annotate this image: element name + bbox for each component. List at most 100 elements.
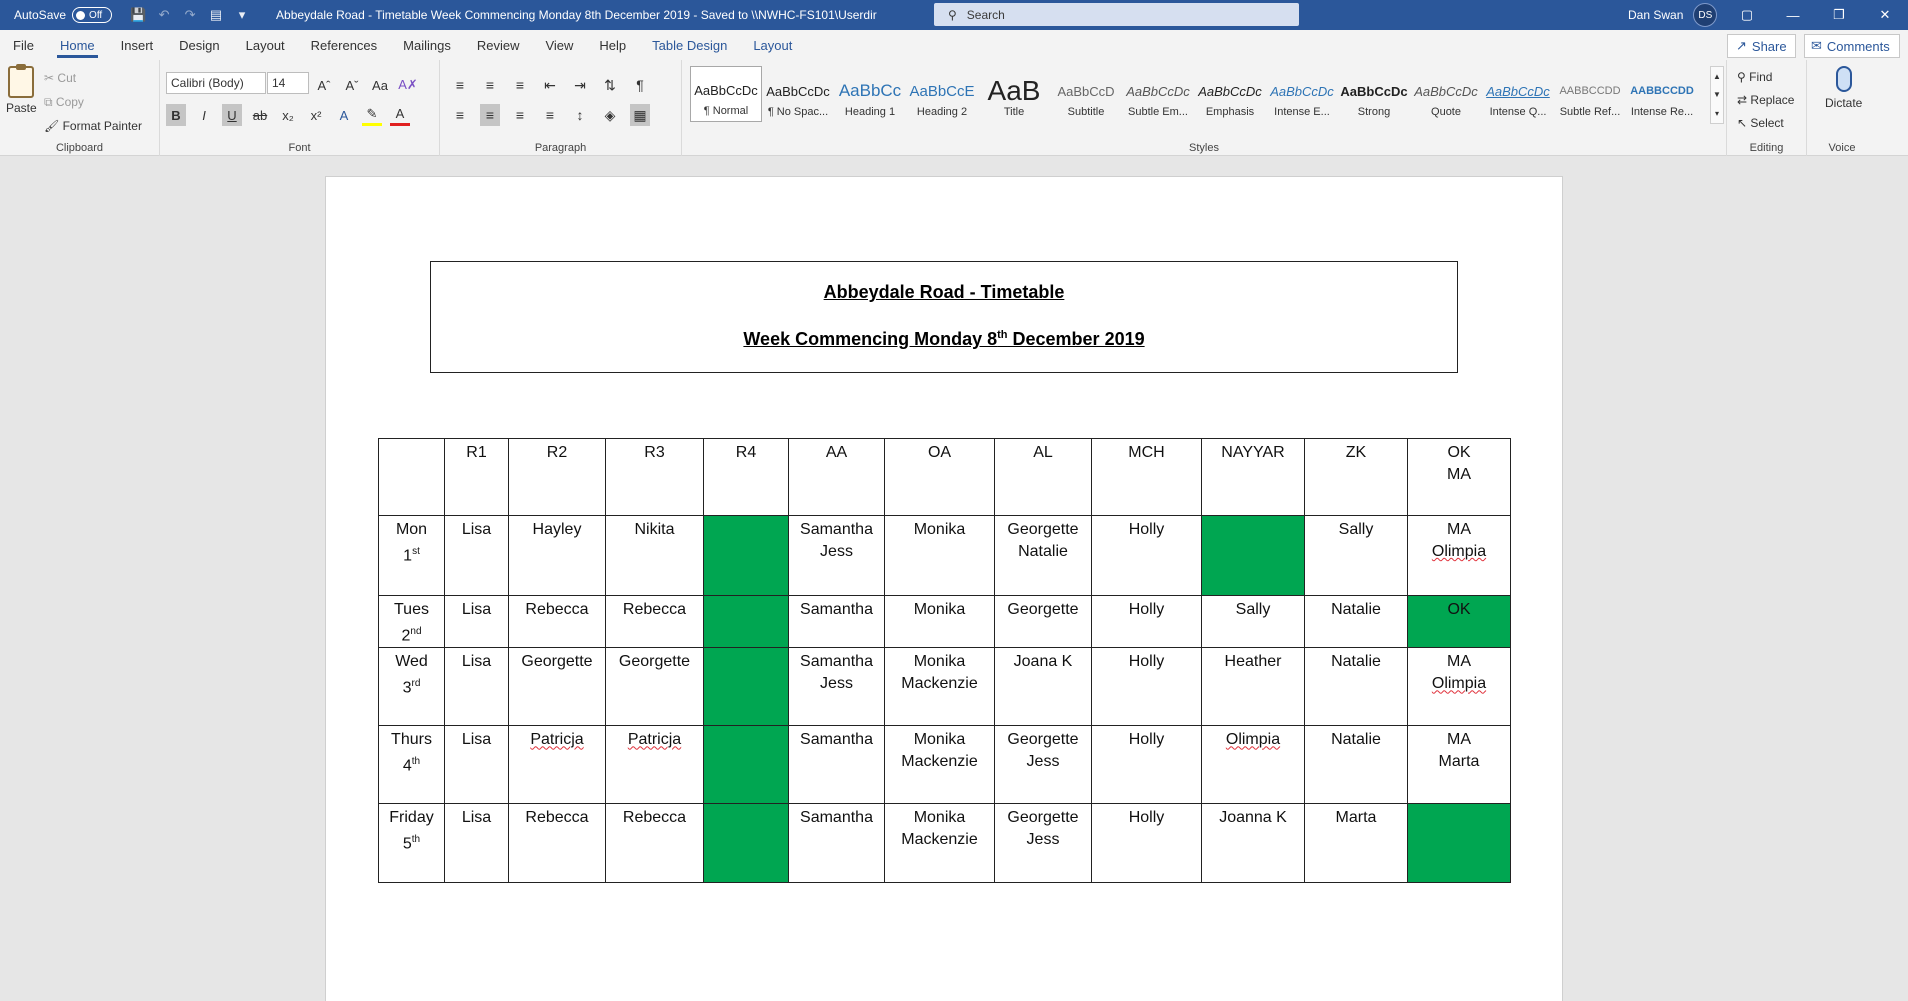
table-cell[interactable]: Sally xyxy=(1304,515,1408,596)
format-painter-button[interactable]: 🖌 Format Painter xyxy=(44,114,142,138)
table-cell[interactable]: Holly xyxy=(1091,647,1202,727)
styles-scroll[interactable]: ▲ ▼ ▾ xyxy=(1710,66,1724,124)
style-heading-2[interactable]: AaBbCcE Heading 2 xyxy=(906,66,978,122)
share-button[interactable]: ↗ Share xyxy=(1727,34,1796,58)
table-cell[interactable]: Georgette xyxy=(508,647,606,727)
search-box[interactable]: ⚲ Search xyxy=(934,3,1299,26)
change-case-icon[interactable]: Aa xyxy=(370,74,390,96)
show-marks-icon[interactable]: ¶ xyxy=(630,74,650,96)
table-cell[interactable] xyxy=(1201,515,1305,596)
day-cell[interactable]: Tues 2nd xyxy=(378,594,445,649)
style-heading-1[interactable]: AaBbCc Heading 1 xyxy=(834,66,906,122)
table-cell[interactable]: Patricja xyxy=(508,725,606,805)
table-cell[interactable]: Samantha xyxy=(788,725,885,805)
table-cell[interactable]: Monika xyxy=(884,515,995,596)
tab-mailings[interactable]: Mailings xyxy=(390,30,464,60)
highlight-icon[interactable]: ✎ xyxy=(362,104,382,126)
redo-icon[interactable]: ↷ xyxy=(182,7,198,23)
shading-icon[interactable]: ◈ xyxy=(600,104,620,126)
tab-view[interactable]: View xyxy=(532,30,586,60)
header-cell[interactable]: R2 xyxy=(508,438,606,516)
tab-review[interactable]: Review xyxy=(464,30,533,60)
sort-icon[interactable]: ⇅ xyxy=(600,74,620,96)
font-color-icon[interactable]: A xyxy=(390,104,410,126)
table-cell[interactable]: Holly xyxy=(1091,725,1202,805)
style-subtitle[interactable]: AaBbCcD Subtitle xyxy=(1050,66,1122,122)
user-account[interactable]: Dan Swan DS xyxy=(1628,0,1718,30)
decrease-indent-icon[interactable]: ⇤ xyxy=(540,74,560,96)
align-left-icon[interactable]: ≡ xyxy=(450,104,470,126)
table-cell[interactable]: Hayley xyxy=(508,515,606,596)
minimize-icon[interactable]: — xyxy=(1770,0,1816,30)
style-subtle-emphasis[interactable]: AaBbCcDc Subtle Em... xyxy=(1122,66,1194,122)
ribbon-display-icon[interactable]: ▢ xyxy=(1724,0,1770,30)
tab-home[interactable]: Home xyxy=(47,30,108,60)
paste-button[interactable]: Paste xyxy=(6,64,37,115)
numbering-icon[interactable]: ≡ xyxy=(480,74,500,96)
copy-button[interactable]: ⧉ Copy xyxy=(44,90,142,114)
tab-design[interactable]: Design xyxy=(166,30,232,60)
chevron-up-icon[interactable]: ▲ xyxy=(1713,72,1721,81)
style-quote[interactable]: AaBbCcDc Quote xyxy=(1410,66,1482,122)
restore-icon[interactable]: ❐ xyxy=(1816,0,1862,30)
select-button[interactable]: ↖ Select xyxy=(1737,112,1794,135)
table-cell[interactable]: MA Marta xyxy=(1407,725,1511,805)
table-cell[interactable]: Natalie xyxy=(1304,725,1408,805)
table-cell[interactable]: Lisa xyxy=(444,594,509,649)
table-cell[interactable]: Lisa xyxy=(444,647,509,727)
table-cell[interactable]: Rebecca xyxy=(508,594,606,649)
grow-font-icon[interactable]: Aˆ xyxy=(314,74,334,96)
clear-format-icon[interactable]: A✗ xyxy=(398,74,418,96)
tab-help[interactable]: Help xyxy=(586,30,639,60)
header-cell[interactable]: MCH xyxy=(1091,438,1202,516)
underline-icon[interactable]: U xyxy=(222,104,242,126)
table-cell[interactable] xyxy=(703,594,789,649)
autosave-control[interactable]: AutoSave Off xyxy=(14,7,113,23)
table-cell[interactable]: Samantha xyxy=(788,594,885,649)
italic-icon[interactable]: I xyxy=(194,104,214,126)
font-size-select[interactable]: 14 xyxy=(267,72,309,94)
table-cell[interactable]: Lisa xyxy=(444,515,509,596)
font-name-select[interactable]: Calibri (Body) xyxy=(166,72,266,94)
style-strong[interactable]: AaBbCcDc Strong xyxy=(1338,66,1410,122)
print-preview-icon[interactable]: ▤ xyxy=(208,7,224,23)
table-cell[interactable]: Natalie xyxy=(1304,647,1408,727)
table-cell[interactable]: Georgette xyxy=(994,594,1092,649)
find-button[interactable]: ⚲ Find xyxy=(1737,66,1794,89)
header-cell[interactable] xyxy=(378,438,445,516)
bullets-icon[interactable]: ≡ xyxy=(450,74,470,96)
text-effects-icon[interactable]: A xyxy=(334,104,354,126)
style-emphasis[interactable]: AaBbCcDc Emphasis xyxy=(1194,66,1266,122)
autosave-toggle[interactable]: Off xyxy=(72,7,113,23)
tab-references[interactable]: References xyxy=(298,30,390,60)
table-cell[interactable]: Marta xyxy=(1304,803,1408,884)
avatar[interactable]: DS xyxy=(1693,3,1718,27)
subscript-icon[interactable]: x₂ xyxy=(278,104,298,126)
style-intense-reference[interactable]: AABBCCDD Intense Re... xyxy=(1626,66,1698,122)
shrink-font-icon[interactable]: Aˇ xyxy=(342,74,362,96)
chevron-down-icon[interactable]: ▼ xyxy=(1713,90,1721,99)
table-cell[interactable]: Joanna K xyxy=(1201,803,1305,884)
increase-indent-icon[interactable]: ⇥ xyxy=(570,74,590,96)
table-cell[interactable]: Monika Mackenzie xyxy=(884,725,995,805)
document-title[interactable]: Abbeydale Road - Timetable Week Commenci… xyxy=(276,8,877,22)
close-icon[interactable]: ✕ xyxy=(1862,0,1908,30)
table-cell[interactable] xyxy=(703,725,789,805)
borders-icon[interactable]: ▦ xyxy=(630,104,650,126)
document-page[interactable]: Abbeydale Road - Timetable Week Commenci… xyxy=(325,176,1563,1001)
day-cell[interactable]: Friday 5th xyxy=(378,803,445,884)
table-cell[interactable]: Monika Mackenzie xyxy=(884,803,995,884)
table-cell[interactable]: Rebecca xyxy=(508,803,606,884)
day-cell[interactable]: Thurs 4th xyxy=(378,725,445,805)
replace-button[interactable]: ⇄ Replace xyxy=(1737,89,1794,112)
style-title[interactable]: AaB Title xyxy=(978,66,1050,122)
day-cell[interactable]: Mon 1st xyxy=(378,515,445,596)
table-cell[interactable]: Rebecca xyxy=(605,803,704,884)
header-cell[interactable]: R3 xyxy=(605,438,704,516)
table-cell[interactable]: MA Olimpia xyxy=(1407,515,1511,596)
table-cell[interactable]: Samantha xyxy=(788,803,885,884)
style-normal[interactable]: AaBbCcDc ¶ Normal xyxy=(690,66,762,122)
table-cell[interactable]: Holly xyxy=(1091,515,1202,596)
table-cell[interactable] xyxy=(703,515,789,596)
table-cell[interactable]: Natalie xyxy=(1304,594,1408,649)
